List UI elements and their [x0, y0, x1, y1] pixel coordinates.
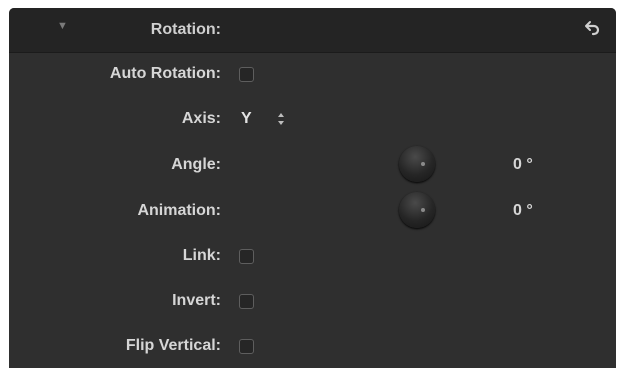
animation-dial-indicator: [421, 208, 425, 212]
invert-label: Invert:: [172, 292, 221, 309]
animation-dial[interactable]: [399, 192, 435, 228]
disclosure-triangle-icon[interactable]: ▼: [57, 20, 68, 32]
auto-rotation-checkbox[interactable]: [239, 67, 254, 82]
flip-vertical-checkbox[interactable]: [239, 339, 254, 354]
animation-label: Animation:: [137, 202, 221, 219]
rotation-inspector-panel: ▼ Rotation: Auto Rotation: Axis: Y Angle…: [9, 8, 616, 368]
invert-checkbox[interactable]: [239, 294, 254, 309]
section-header[interactable]: ▼ Rotation:: [9, 8, 616, 53]
reset-arrow-icon[interactable]: [583, 18, 603, 38]
link-checkbox[interactable]: [239, 249, 254, 264]
section-title: Rotation:: [150, 21, 221, 38]
angle-dial-indicator: [421, 162, 425, 166]
axis-stepper-icon[interactable]: [277, 112, 285, 126]
animation-value[interactable]: 0 °: [513, 201, 533, 221]
auto-rotation-label: Auto Rotation:: [109, 65, 221, 82]
link-label: Link:: [182, 247, 221, 264]
flip-vertical-label: Flip Vertical:: [125, 337, 221, 354]
axis-label: Axis:: [181, 110, 221, 127]
angle-value[interactable]: 0 °: [513, 155, 533, 175]
angle-label: Angle:: [171, 156, 221, 173]
angle-dial[interactable]: [399, 146, 435, 182]
axis-select-value[interactable]: Y: [241, 109, 252, 129]
